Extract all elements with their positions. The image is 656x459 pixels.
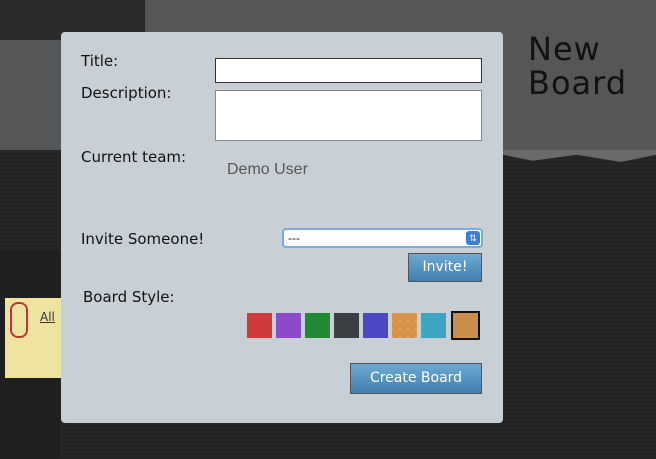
invite-label: Invite Someone! <box>81 230 205 248</box>
swatch-orange-lattice[interactable] <box>392 313 417 338</box>
invite-select-value: --- <box>288 231 300 245</box>
board-style-label: Board Style: <box>83 288 175 306</box>
paperclip-icon <box>10 302 28 338</box>
new-board-modal: Title: Description: Current team: Demo U… <box>61 32 503 423</box>
create-board-button[interactable]: Create Board <box>350 363 482 394</box>
swatch-indigo[interactable] <box>363 313 388 338</box>
swatch-teal[interactable] <box>421 313 446 338</box>
sticky-note-link[interactable]: All <box>40 310 55 324</box>
swatch-charcoal[interactable] <box>334 313 359 338</box>
current-team-label: Current team: <box>81 148 187 166</box>
title-label: Title: <box>81 52 119 70</box>
invite-button[interactable]: Invite! <box>408 253 482 282</box>
swatch-red[interactable] <box>247 313 272 338</box>
swatch-tan[interactable] <box>451 311 480 340</box>
invite-select[interactable]: --- ⇅ <box>282 228 483 248</box>
swatch-green[interactable] <box>305 313 330 338</box>
description-textarea[interactable] <box>215 90 482 141</box>
page-title: New Board <box>528 30 628 102</box>
current-team-value: Demo User <box>227 161 308 178</box>
swatch-purple[interactable] <box>276 313 301 338</box>
select-arrows-icon: ⇅ <box>466 231 480 245</box>
description-label: Description: <box>81 84 172 102</box>
title-input[interactable] <box>215 58 482 83</box>
